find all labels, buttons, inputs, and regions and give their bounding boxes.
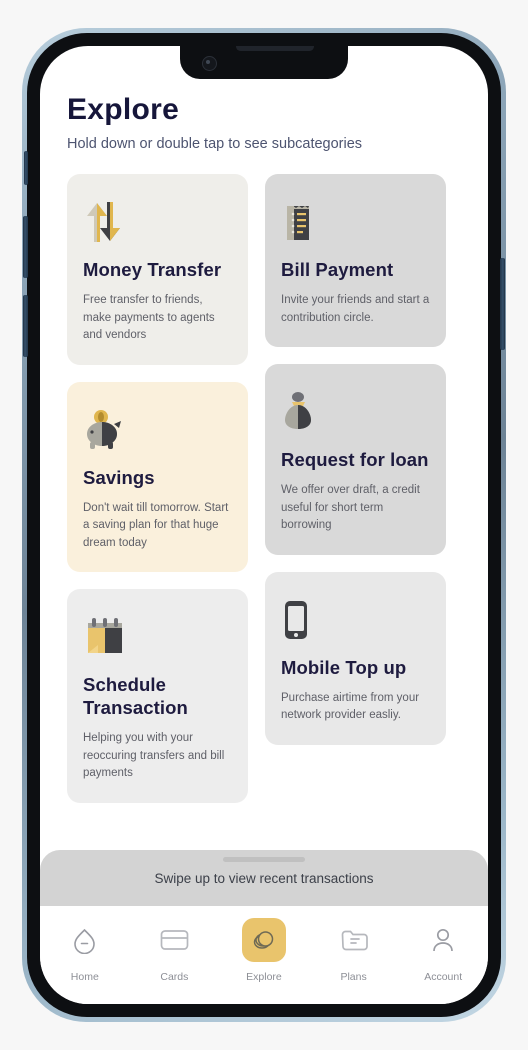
category-card-schedule-transaction[interactable]: Schedule Transaction Helping you with yo… bbox=[67, 589, 248, 803]
category-card-mobile-topup[interactable]: Mobile Top up Purchase airtime from your… bbox=[265, 571, 446, 745]
nav-label: Cards bbox=[160, 971, 189, 983]
category-card-title: Savings bbox=[83, 466, 155, 488]
earpiece-speaker bbox=[236, 46, 314, 51]
category-card-title: Schedule Transaction bbox=[83, 674, 188, 719]
category-card-title: Bill Payment bbox=[281, 259, 394, 280]
category-card-title: Mobile Top up bbox=[281, 656, 407, 678]
nav-item-cards[interactable]: Cards bbox=[130, 918, 220, 983]
sheet-hint-label: Swipe up to view recent transactions bbox=[154, 871, 374, 886]
nav-item-explore[interactable]: Explore bbox=[219, 918, 309, 983]
nav-item-plans[interactable]: Plans bbox=[309, 918, 399, 983]
category-card-bill-payment[interactable]: Bill Payment Invite your friends and sta… bbox=[265, 174, 446, 348]
nav-label: Explore bbox=[246, 971, 282, 983]
sheet-drag-handle[interactable] bbox=[223, 857, 305, 862]
home-icon bbox=[63, 918, 107, 962]
bottom-navigation-bar: Home Cards Explore Plans Account bbox=[40, 906, 488, 1004]
nav-label: Plans bbox=[340, 971, 367, 983]
transfer-arrows-icon bbox=[83, 200, 232, 244]
volume-up-button[interactable] bbox=[23, 216, 28, 278]
nav-label: Home bbox=[70, 971, 99, 983]
nav-label: Account bbox=[424, 971, 463, 983]
category-card-request-loan[interactable]: Request for loan We offer over draft, a … bbox=[265, 364, 446, 555]
calendar-icon bbox=[83, 615, 232, 659]
piggy-bank-icon bbox=[83, 408, 232, 452]
category-card-desc: We offer over draft, a credit useful for… bbox=[281, 484, 420, 532]
card-icon bbox=[152, 918, 196, 962]
recent-transactions-sheet[interactable]: Swipe up to view recent transactions bbox=[40, 850, 488, 906]
phone-frame: Explore Hold down or double tap to see s… bbox=[22, 28, 506, 1022]
volume-down-button[interactable] bbox=[23, 295, 28, 357]
nav-item-account[interactable]: Account bbox=[398, 918, 488, 983]
category-grid: Money Transfer Free transfer to friends,… bbox=[67, 174, 461, 803]
person-icon bbox=[421, 918, 465, 962]
category-card-money-transfer[interactable]: Money Transfer Free transfer to friends,… bbox=[67, 174, 248, 365]
phone-screen: Explore Hold down or double tap to see s… bbox=[40, 46, 488, 1004]
front-camera-icon bbox=[202, 56, 217, 71]
category-column-left: Money Transfer Free transfer to friends,… bbox=[67, 174, 248, 803]
page-subtitle: Hold down or double tap to see subcatego… bbox=[67, 136, 363, 152]
category-card-desc: Free transfer to friends, make payments … bbox=[83, 294, 215, 342]
notch bbox=[180, 46, 348, 79]
coins-icon bbox=[241, 918, 286, 962]
page-title: Explore bbox=[67, 93, 180, 126]
mute-switch-button[interactable] bbox=[24, 151, 28, 185]
receipt-icon bbox=[281, 200, 430, 244]
nav-item-home[interactable]: Home bbox=[40, 918, 130, 983]
category-card-title: Money Transfer bbox=[83, 259, 222, 280]
category-card-desc: Purchase airtime from your network provi… bbox=[281, 691, 420, 722]
folder-icon bbox=[332, 918, 376, 962]
category-card-savings[interactable]: Savings Don't wait till tomorrow. Start … bbox=[67, 381, 248, 573]
category-card-desc: Invite your friends and start a contribu… bbox=[281, 294, 430, 324]
category-column-right: Bill Payment Invite your friends and sta… bbox=[265, 174, 446, 803]
power-button[interactable] bbox=[500, 258, 505, 350]
category-card-desc: Don't wait till tomorrow. Start a saving… bbox=[83, 501, 229, 549]
category-card-title: Request for loan bbox=[281, 449, 429, 471]
money-bag-icon bbox=[281, 390, 430, 434]
category-card-desc: Helping you with your reoccuring transfe… bbox=[83, 732, 225, 780]
smartphone-icon bbox=[281, 598, 430, 642]
phone-bezel: Explore Hold down or double tap to see s… bbox=[23, 33, 505, 1017]
